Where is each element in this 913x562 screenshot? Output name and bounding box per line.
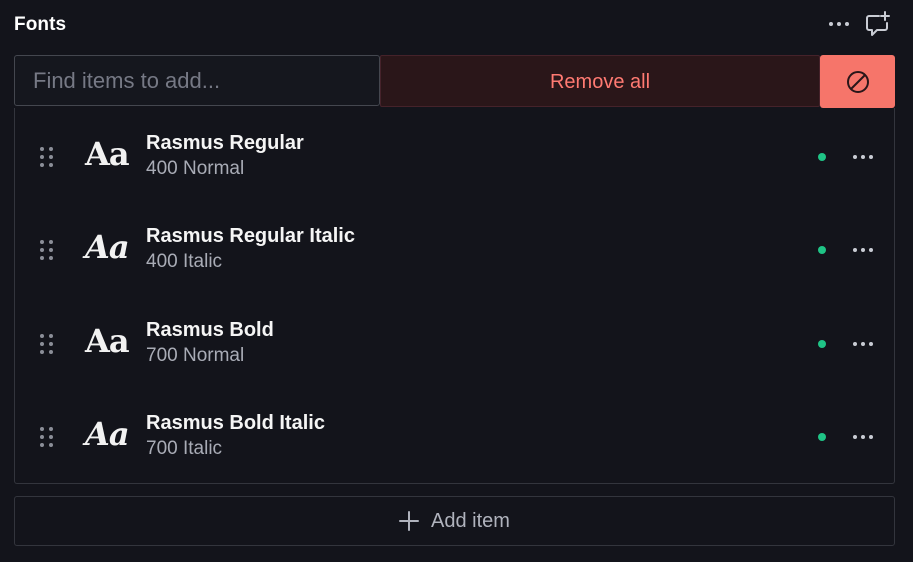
ban-icon bbox=[846, 70, 869, 93]
drag-handle-icon[interactable] bbox=[38, 426, 56, 448]
panel-title: Fonts bbox=[14, 14, 67, 35]
status-dot bbox=[818, 153, 826, 161]
ellipsis-icon bbox=[853, 248, 873, 252]
status-dot bbox=[818, 433, 826, 441]
comment-add-icon bbox=[866, 11, 890, 36]
remove-all-button[interactable]: Remove all bbox=[380, 55, 820, 107]
header-more-button[interactable] bbox=[822, 11, 856, 37]
font-name: Rasmus Regular Italic bbox=[146, 225, 355, 247]
ellipsis-icon bbox=[829, 22, 849, 26]
item-more-button[interactable] bbox=[847, 237, 879, 263]
font-preview: Aa bbox=[85, 228, 130, 266]
status-dot bbox=[818, 340, 826, 348]
font-list: Aa Rasmus Regular 400 Normal Aa Rasmus R… bbox=[14, 108, 895, 484]
item-more-button[interactable] bbox=[847, 424, 879, 450]
ellipsis-icon bbox=[853, 155, 873, 159]
add-item-label: Add item bbox=[431, 509, 510, 532]
list-item[interactable]: Aa Rasmus Bold 700 Normal bbox=[15, 295, 894, 388]
font-preview: Aa bbox=[85, 322, 130, 360]
plus-icon bbox=[399, 511, 420, 531]
disable-button[interactable] bbox=[820, 55, 895, 108]
font-weight-style: 700 Italic bbox=[146, 438, 223, 459]
font-preview: Aa bbox=[85, 135, 130, 173]
drag-handle-icon[interactable] bbox=[38, 239, 56, 261]
ellipsis-icon bbox=[853, 342, 873, 346]
ellipsis-icon bbox=[853, 435, 873, 439]
search-input[interactable] bbox=[14, 55, 380, 106]
list-item[interactable]: Aa Rasmus Regular 400 Normal bbox=[15, 108, 894, 201]
drag-handle-icon[interactable] bbox=[38, 333, 56, 355]
font-name: Rasmus Regular bbox=[146, 132, 304, 154]
item-more-button[interactable] bbox=[847, 331, 879, 357]
list-item[interactable]: Aa Rasmus Bold Italic 700 Italic bbox=[15, 388, 894, 481]
add-comment-button[interactable] bbox=[864, 9, 892, 39]
item-more-button[interactable] bbox=[847, 144, 879, 170]
remove-all-label: Remove all bbox=[549, 71, 651, 93]
font-weight-style: 700 Normal bbox=[146, 345, 245, 366]
list-item[interactable]: Aa Rasmus Regular Italic 400 Italic bbox=[15, 201, 894, 294]
panel-header: Fonts bbox=[14, 0, 899, 50]
fonts-panel: Fonts Remove all bbox=[0, 0, 913, 562]
font-name: Rasmus Bold bbox=[146, 319, 274, 341]
font-preview: Aa bbox=[85, 415, 130, 453]
font-name: Rasmus Bold Italic bbox=[146, 412, 325, 434]
drag-handle-icon[interactable] bbox=[38, 146, 56, 168]
status-dot bbox=[818, 246, 826, 254]
add-item-button[interactable]: Add item bbox=[14, 496, 895, 546]
font-weight-style: 400 Italic bbox=[146, 251, 223, 272]
font-weight-style: 400 Normal bbox=[146, 158, 245, 179]
toolbar: Remove all bbox=[14, 55, 895, 108]
